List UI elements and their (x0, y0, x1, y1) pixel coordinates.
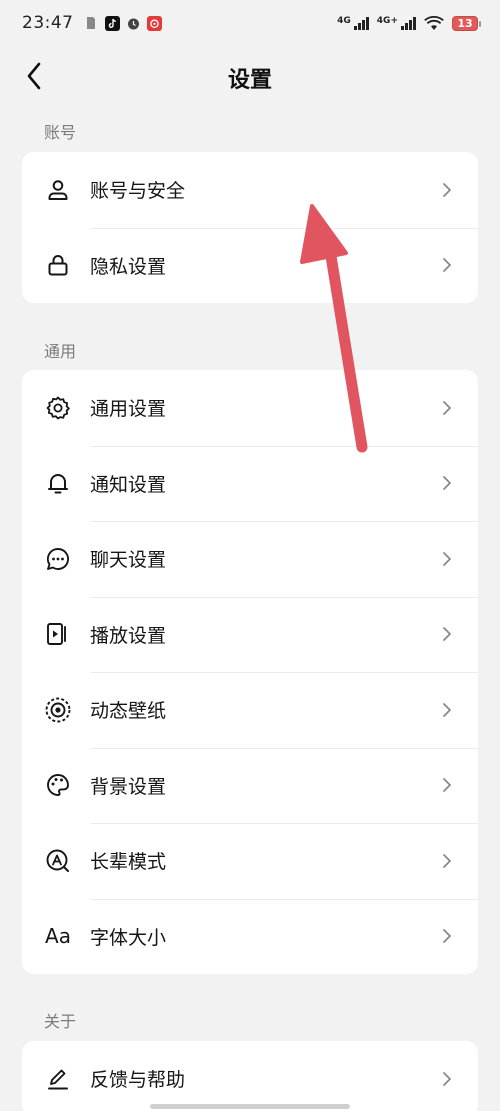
settings-row-general[interactable]: 通用设置 (22, 370, 478, 446)
home-indicator (150, 1104, 350, 1109)
settings-row-live-wallpaper[interactable]: 动态壁纸 (22, 672, 478, 748)
sim-icon (84, 16, 99, 31)
page-title: 设置 (227, 68, 272, 93)
settings-row-font-size[interactable]: Aa 字体大小 (22, 898, 478, 975)
netease-music-icon (146, 15, 162, 31)
palette-icon (44, 771, 72, 799)
settings-row-notifications[interactable]: 通知设置 (22, 445, 478, 522)
row-label: 反馈与帮助 (90, 1069, 186, 1092)
row-label: 聊天设置 (90, 549, 167, 572)
chat-bubble-icon (44, 545, 72, 573)
settings-screen: 23:47 4G 4G+ 13 设置 账号 账号与安全 隐私设置 通用 通用设置… (0, 0, 500, 1111)
network-type-2: 4G+ (376, 15, 398, 26)
pen-icon (44, 1065, 72, 1093)
gear-icon (44, 394, 72, 422)
play-card-icon (44, 620, 72, 648)
row-label: 播放设置 (90, 624, 167, 647)
wallpaper-icon (44, 696, 72, 724)
about-card: 反馈与帮助 (22, 1041, 478, 1111)
alarm-icon (126, 16, 141, 31)
row-label: 动态壁纸 (90, 700, 167, 723)
row-label: 背景设置 (90, 775, 167, 798)
chevron-right-icon (440, 256, 454, 274)
chevron-right-icon (440, 1070, 454, 1088)
row-label: 字体大小 (90, 926, 167, 949)
status-right: 4G 4G+ 13 (337, 15, 481, 31)
cellular-signal-1: 4G (337, 15, 369, 30)
chevron-right-icon (440, 550, 454, 568)
settings-row-privacy[interactable]: 隐私设置 (22, 227, 478, 304)
user-icon (44, 176, 72, 204)
row-label: 隐私设置 (90, 255, 167, 278)
status-bar: 23:47 4G 4G+ 13 (0, 0, 500, 46)
chevron-right-icon (440, 474, 454, 492)
settings-row-elder-mode[interactable]: 长辈模式 (22, 823, 478, 899)
bell-icon (44, 469, 72, 497)
row-label: 长辈模式 (90, 851, 167, 874)
font-size-icon: Aa (45, 924, 71, 949)
wifi-icon (424, 15, 444, 31)
chevron-right-icon (440, 927, 454, 945)
lock-icon (44, 251, 72, 279)
section-label-general: 通用 (44, 342, 77, 361)
chevron-right-icon (440, 181, 454, 199)
row-label: 通知设置 (90, 473, 167, 496)
chevron-right-icon (440, 776, 454, 794)
row-label: 通用设置 (90, 398, 167, 421)
settings-row-account-security[interactable]: 账号与安全 (22, 152, 478, 228)
cellular-signal-2: 4G+ (376, 15, 416, 30)
section-label-about: 关于 (44, 1012, 77, 1031)
general-card: 通用设置 通知设置 聊天设置 播放设置 动态壁纸 背景设置 长辈模式 Aa 字体… (22, 370, 478, 974)
settings-row-feedback-help[interactable]: 反馈与帮助 (22, 1041, 478, 1111)
status-time: 23:47 (22, 13, 74, 33)
tiktok-app-icon (104, 15, 120, 31)
section-label-account: 账号 (44, 123, 77, 142)
network-type-1: 4G (337, 15, 351, 26)
chevron-right-icon (440, 701, 454, 719)
settings-row-background[interactable]: 背景设置 (22, 747, 478, 824)
settings-row-chat[interactable]: 聊天设置 (22, 521, 478, 597)
chevron-right-icon (440, 625, 454, 643)
battery-indicator: 13 (452, 15, 481, 31)
status-left: 23:47 (22, 13, 162, 33)
settings-row-playback[interactable]: 播放设置 (22, 596, 478, 673)
row-label: 账号与安全 (90, 180, 186, 203)
chevron-right-icon (440, 399, 454, 417)
elder-mode-icon (44, 847, 72, 875)
nav-header: 设置 (0, 50, 500, 102)
account-card: 账号与安全 隐私设置 (22, 152, 478, 303)
chevron-right-icon (440, 852, 454, 870)
